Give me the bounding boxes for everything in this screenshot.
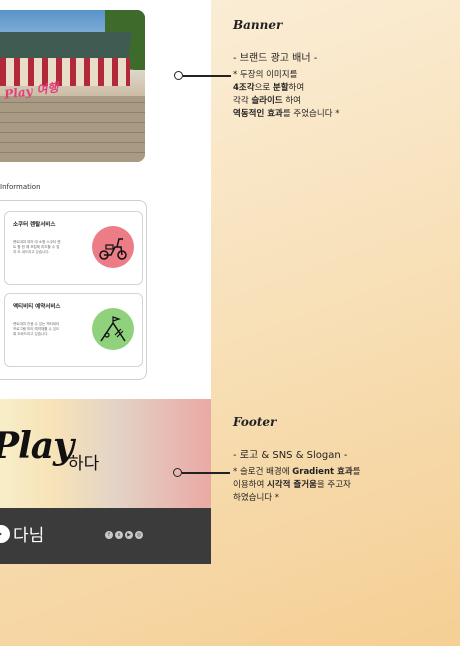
information-heading: Information [0, 183, 41, 191]
banner-desc-line1: * 두장의 이미지를 [233, 70, 298, 80]
footer-desc-line3: 하였습니다 * [233, 493, 280, 503]
youtube-icon[interactable]: ▶ [125, 531, 133, 539]
banner-pointer-dot [174, 71, 183, 80]
banner-desc-line3: 각각 슬라이드 하여 [233, 96, 301, 106]
footer-subtitle: - 로고 & SNS & Slogan - [233, 450, 348, 461]
banner-image: Play 여행 [0, 10, 145, 162]
scooter-icon [92, 226, 134, 268]
play-logo-icon [0, 525, 10, 543]
card-desc: 렌트대여 관광 수 있는 액티비티 프로그램 미리 예약체를 수 있도록 도와드… [13, 322, 60, 336]
instagram-icon[interactable]: ◎ [135, 531, 143, 539]
slogan-hada-text: 하다 [68, 454, 100, 474]
banner-subtitle: - 브랜드 광고 배너 - [233, 53, 318, 64]
card-activity-booking[interactable]: 액티비티 예약서비스 렌트대여 관광 수 있는 액티비티 프로그램 미리 예약체… [4, 293, 143, 367]
slogan-play-text: Play [0, 425, 74, 467]
card-scooter-rental[interactable]: 소쿠터 렌탈서비스 렌트대여 여러 대 소형 스쿠터 렌트 합 한 예 조립체 … [4, 211, 143, 285]
footer-label: Footer [233, 415, 277, 429]
card-desc: 렌트대여 여러 대 소형 스쿠터 렌트 합 한 예 조립체 미도할 수 업지 도… [13, 240, 61, 254]
footer-desc-line2: 이용하여 시각적 즐거움을 주고자 [233, 480, 351, 490]
activity-icon [92, 308, 134, 350]
footer-pointer-line [182, 472, 230, 474]
footer-description: * 슬로건 배경에 Gradient 효과를 이용하여 시각적 즐거움을 주고자… [233, 466, 403, 505]
banner-description: * 두장의 이미지를 4조각으로 분할하여 각각 슬라이드 하여 역동적인 효과… [233, 69, 403, 121]
website-mockup: Play 여행 Information 소쿠터 렌탈서비스 렌트대여 여러 대 … [0, 0, 211, 564]
temple-roof [0, 32, 132, 58]
banner-desc-line4: 역동적인 효과를 주었습니다 * [233, 109, 340, 119]
footer-pointer-dot [173, 468, 182, 477]
x-icon[interactable]: x [115, 531, 123, 539]
banner-label: Banner [233, 18, 283, 32]
banner-pointer-line [183, 75, 231, 77]
card-title: 액티비티 예약서비스 [13, 304, 61, 310]
card-title: 소쿠터 렌탈서비스 [13, 222, 56, 228]
footer-slogan-area: Play 하다 [0, 399, 211, 508]
sns-icons: f x ▶ ◎ [105, 531, 143, 539]
footer-bar: 다님 f x ▶ ◎ [0, 508, 211, 564]
banner-desc-line2: 4조각으로 분할하여 [233, 83, 305, 93]
temple-pillars [0, 58, 130, 86]
footer-desc-line1: * 슬로건 배경에 Gradient 효과를 [233, 467, 361, 477]
facebook-icon[interactable]: f [105, 531, 113, 539]
footer-logo-text: 다님 [13, 526, 45, 546]
stone-wall [0, 96, 145, 162]
service-cards: 소쿠터 렌탈서비스 렌트대여 여러 대 소형 스쿠터 렌트 합 한 예 조립체 … [0, 200, 147, 380]
